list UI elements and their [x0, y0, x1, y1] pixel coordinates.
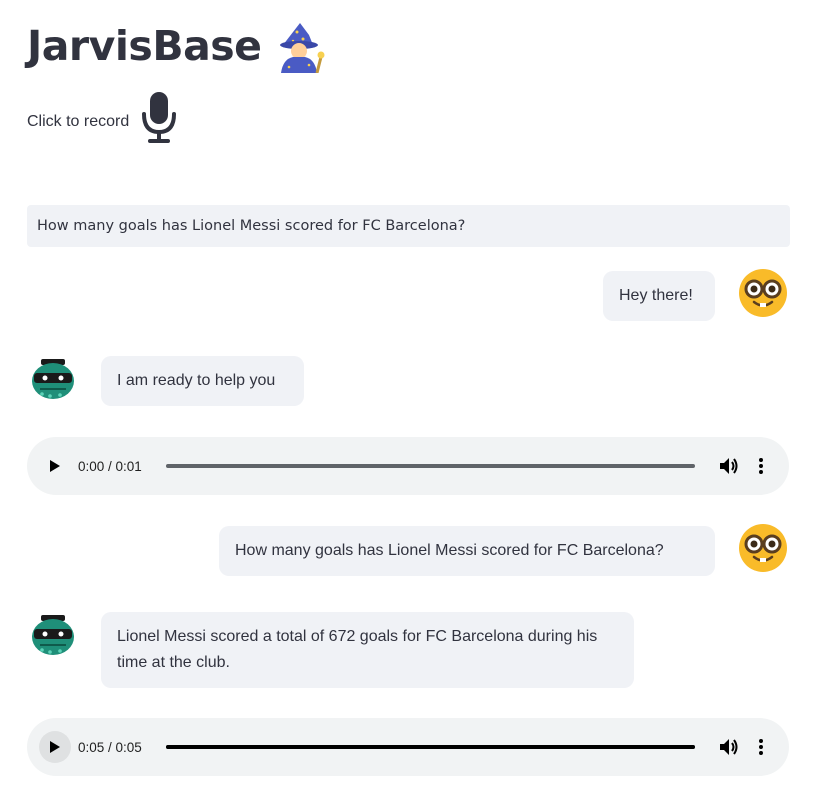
bot-avatar	[30, 356, 80, 406]
app-title: JarvisBase	[27, 22, 262, 70]
play-button[interactable]	[39, 731, 71, 763]
app-page: JarvisBase Click to record How many goal…	[0, 0, 815, 800]
audio-player: 0:05 / 0:05	[27, 718, 789, 776]
nerd-face-emoji-icon	[739, 269, 787, 317]
more-options-button[interactable]	[751, 735, 771, 759]
bot-avatar-icon	[32, 615, 74, 655]
audio-progress-bar[interactable]	[166, 745, 695, 749]
audio-progress-fill	[166, 745, 695, 749]
mage-icon	[280, 23, 325, 73]
volume-icon	[720, 458, 738, 474]
microphone-icon	[142, 92, 177, 143]
user-message: How many goals has Lionel Messi scored f…	[219, 526, 715, 576]
play-icon	[50, 741, 60, 753]
volume-button[interactable]	[717, 735, 741, 759]
more-vertical-icon	[759, 458, 763, 474]
query-input[interactable]: How many goals has Lionel Messi scored f…	[27, 205, 790, 247]
volume-icon	[720, 739, 738, 755]
audio-time: 0:05 / 0:05	[78, 739, 142, 755]
user-avatar	[738, 268, 788, 318]
user-message: Hey there!	[603, 271, 715, 321]
nerd-face-emoji-icon	[739, 524, 787, 572]
record-label: Click to record	[27, 113, 130, 130]
play-icon	[50, 460, 60, 472]
audio-progress-bar[interactable]	[166, 464, 695, 468]
audio-time: 0:00 / 0:01	[78, 458, 142, 474]
more-vertical-icon	[759, 739, 763, 755]
user-avatar	[738, 523, 788, 573]
bot-avatar-icon	[32, 359, 74, 399]
more-options-button[interactable]	[751, 454, 771, 478]
volume-button[interactable]	[717, 454, 741, 478]
bot-avatar	[30, 612, 80, 662]
play-button[interactable]	[39, 450, 71, 482]
audio-player: 0:00 / 0:01	[27, 437, 789, 495]
record-control: Click to record	[27, 88, 179, 146]
page-title: JarvisBase	[27, 18, 327, 74]
assistant-message: Lionel Messi scored a total of 672 goals…	[101, 612, 634, 688]
assistant-message: I am ready to help you	[101, 356, 304, 406]
record-button[interactable]	[139, 88, 179, 146]
